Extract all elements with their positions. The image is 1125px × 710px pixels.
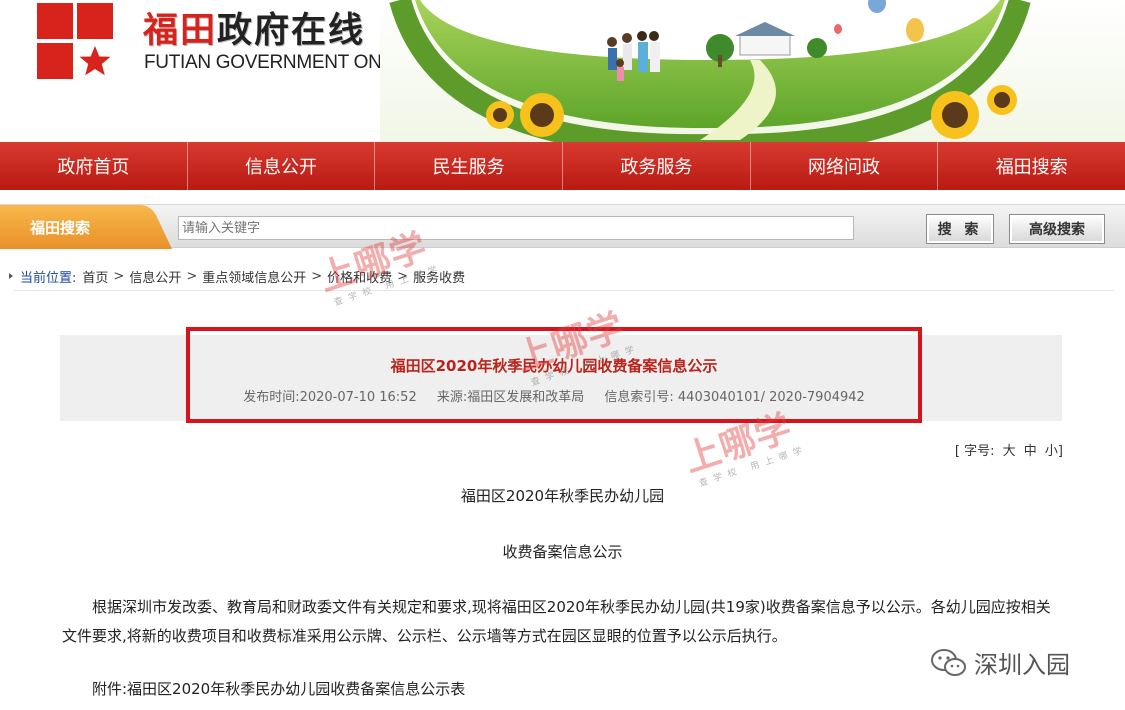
article-paragraph: 根据深圳市发改委、教育局和财政委文件有关规定和要求,现将福田区2020年秋季民办… [62,598,1051,645]
nav-item-livelihood[interactable]: 民生服务 [375,142,564,190]
search-button[interactable]: 搜 索 [926,214,994,244]
logo-star-icon [79,46,111,76]
article-meta: 发布时间:2020-07-10 16:52 来源:福田区发展和改革局 信息索引号… [186,386,922,405]
breadcrumb-separator: > [186,268,198,284]
breadcrumb: 当前位置: 首页 > 信息公开 > 重点领域信息公开 > 价格和收费 > 服务收… [0,266,465,286]
breadcrumb-link-info-disclosure[interactable]: 信息公开 [129,267,181,286]
font-size-close: ] [1057,444,1063,459]
breadcrumb-link-price-fees[interactable]: 价格和收费 [327,267,392,286]
article-heading-line2: 收费备案信息公示 [502,543,623,561]
search-input[interactable] [178,216,854,240]
attachment-link[interactable]: 附件:福田区2020年秋季民办幼儿园收费备案信息公示表 [92,678,465,699]
logo-square [77,3,113,39]
header-banner-illustration [380,0,1125,142]
article-source: 来源:福田区发展和改革局 [436,390,585,405]
wechat-account-name: 深圳入园 [974,651,1070,679]
breadcrumb-link-home[interactable]: 首页 [82,267,108,286]
main-nav: 政府首页 信息公开 民生服务 政务服务 网络问政 福田搜索 [0,142,1125,190]
info-index-number: 信息索引号: 4403040101/ 2020-7904942 [604,390,865,405]
search-tab-label: 福田搜索 [30,219,91,237]
breadcrumb-link-key-areas[interactable]: 重点领域信息公开 [202,267,306,286]
wechat-account-watermark: 深圳入园 [930,645,1070,680]
nav-item-gov-services[interactable]: 政务服务 [563,142,751,190]
logo-square [37,43,73,79]
article-title: 福田区2020年秋季民办幼儿园收费备案信息公示 [390,357,718,375]
font-size-label: [ 字号: [954,444,995,459]
nav-item-home[interactable]: 政府首页 [0,142,188,190]
font-size-medium[interactable]: 中 [1024,444,1037,459]
article-heading-line1: 福田区2020年秋季民办幼儿园 [460,487,665,505]
logo-square [37,3,73,39]
breadcrumb-separator: > [113,268,125,284]
breadcrumb-arrow-icon [9,273,13,279]
site-title: 福田政府在线 [143,2,365,53]
breadcrumb-link-service-fees[interactable]: 服务收费 [413,267,465,286]
breadcrumb-separator: > [311,268,323,284]
wechat-icon [931,648,966,676]
search-bar: 福田搜索 搜 索 高级搜索 [0,204,1125,249]
font-size-large[interactable]: 大 [1003,444,1016,459]
nav-item-info-disclosure[interactable]: 信息公开 [188,142,376,190]
publish-time: 发布时间:2020-07-10 16:52 [243,390,417,405]
watermark-tagline: 查学校 用上哪学 [697,444,810,490]
advanced-search-button[interactable]: 高级搜索 [1009,214,1105,244]
breadcrumb-current-label: 当前位置: [20,270,77,286]
font-size-control: [ 字号: 大 中 小] [955,440,1063,459]
nav-item-futian-search[interactable]: 福田搜索 [938,142,1125,190]
breadcrumb-divider [14,290,1114,291]
site-logo[interactable] [37,3,113,79]
breadcrumb-separator: > [397,268,409,284]
site-title-black: 政府在线 [217,11,366,51]
site-header: 福田政府在线 FUTIAN GOVERNMENT ONLINE [0,0,1125,142]
font-size-small[interactable]: 小 [1045,444,1058,459]
nav-item-online-inquiry[interactable]: 网络问政 [751,142,939,190]
site-title-red: 福田 [143,11,218,51]
